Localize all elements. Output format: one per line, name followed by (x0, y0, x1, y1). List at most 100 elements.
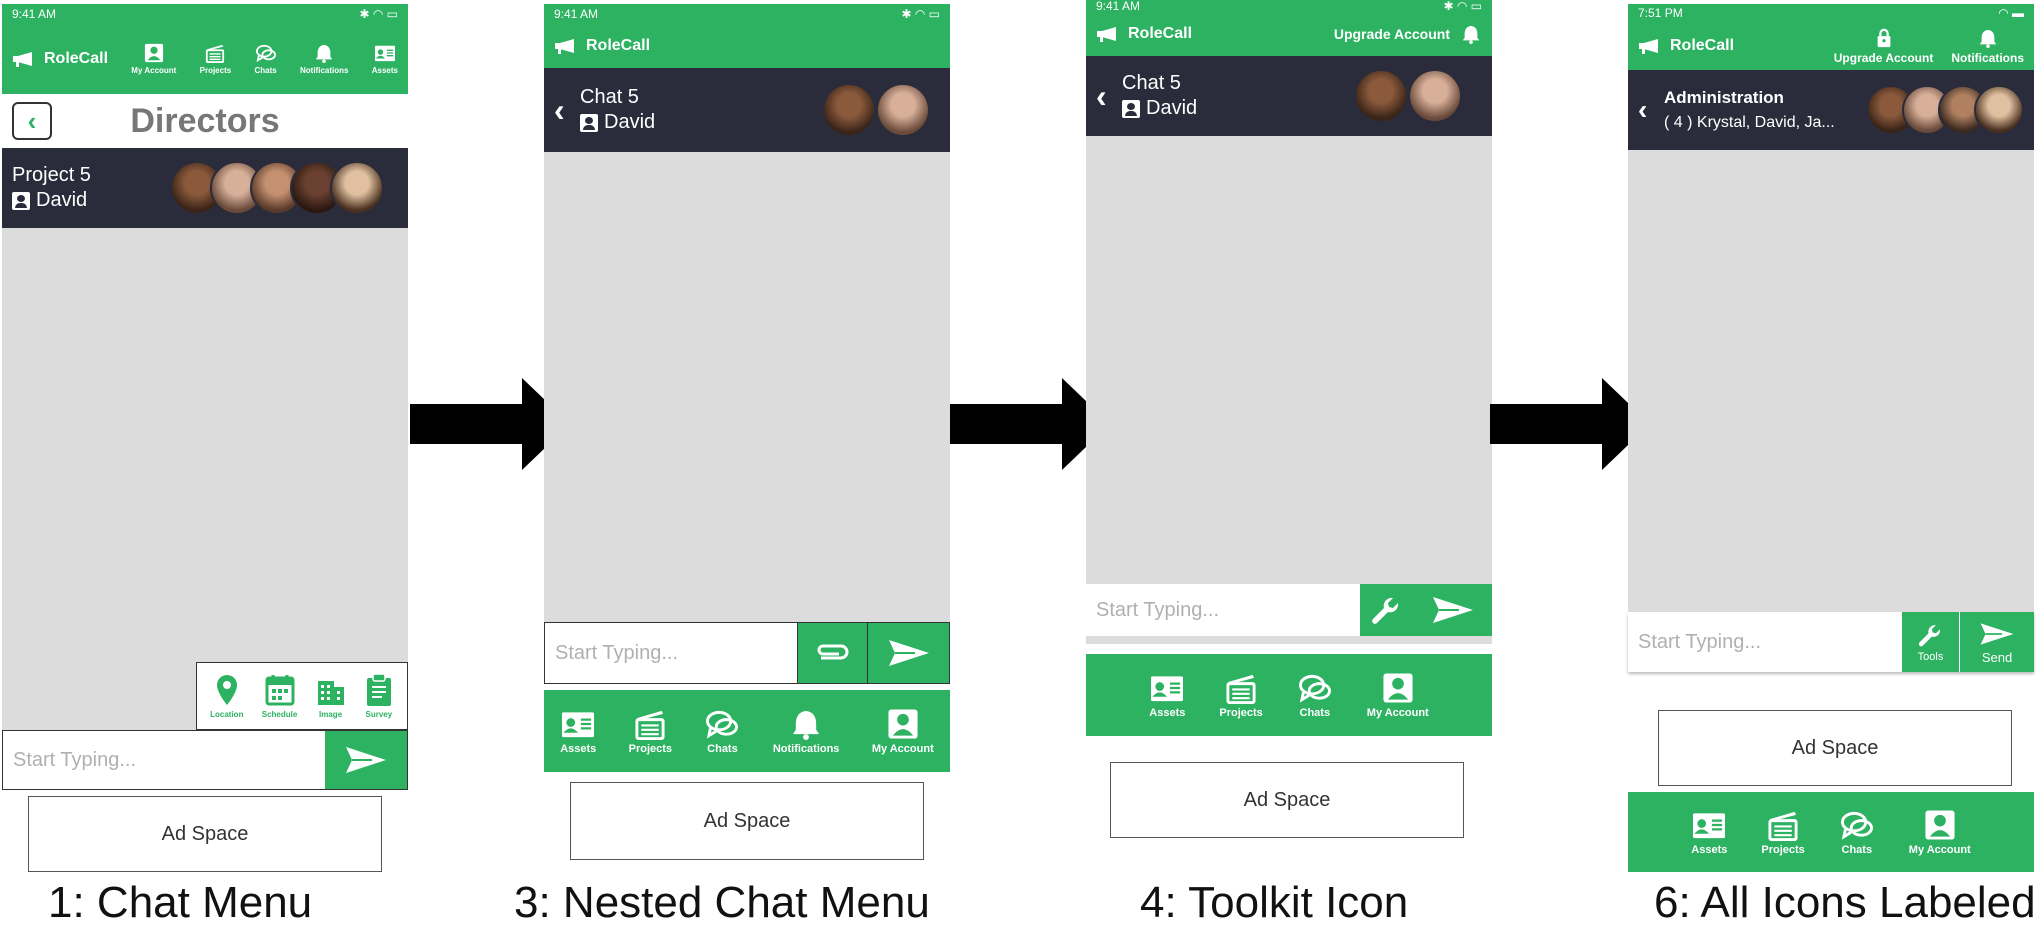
bell-icon (313, 43, 335, 63)
avatar-group[interactable] (1354, 69, 1462, 123)
chat-header[interactable]: ‹ Administration ( 4 ) Krystal, David, J… (1628, 70, 2034, 150)
status-time: 9:41 AM (1096, 0, 1141, 13)
message-bar: Start Typing... (1086, 584, 1492, 644)
bottom-nav: Assets Projects Chats My Account (1628, 792, 2034, 872)
nav-my-account[interactable]: My Account (1367, 672, 1429, 719)
arrow-right-icon (1490, 378, 1650, 470)
account-icon (885, 708, 921, 740)
upgrade-account-link[interactable]: Upgrade Account (1334, 26, 1450, 42)
screen-all-icons-labeled: 7:51 PM ◠ ▬ RoleCall Upgrade Account Noti… (1628, 4, 2034, 872)
caption-screen1: 1: Chat Menu (48, 878, 313, 927)
avatar (330, 161, 384, 215)
message-input[interactable]: Start Typing... (3, 731, 325, 789)
brand-logo[interactable]: RoleCall (1096, 25, 1192, 43)
chat-user: David (604, 111, 656, 133)
brand-logo[interactable]: RoleCall (12, 50, 108, 68)
upgrade-account-button[interactable]: Upgrade Account (1834, 28, 1933, 65)
avatar (876, 83, 930, 137)
nav-label: Notifications (300, 66, 349, 75)
send-button[interactable]: Send (1960, 612, 2034, 672)
app-header: 9:41 AM ✱ ◠ ▭ RoleCall (544, 4, 950, 68)
nav-label: Assets (371, 66, 398, 75)
nav-assets[interactable]: Assets (372, 43, 398, 75)
back-chevron-icon: ‹ (27, 105, 37, 136)
avatar-group[interactable] (170, 161, 384, 215)
chat-title: Chat 5 (1122, 72, 1181, 94)
notifications-button[interactable]: Notifications (1951, 28, 2024, 65)
avatar (1354, 69, 1408, 123)
message-input[interactable]: Start Typing... (1086, 584, 1360, 636)
nav-notifications[interactable]: Notifications (300, 43, 348, 75)
brand-logo[interactable]: RoleCall (1638, 37, 1734, 55)
back-chevron-icon[interactable]: ‹ (1096, 78, 1122, 115)
megaphone-icon (554, 38, 580, 54)
tool-schedule[interactable]: Schedule (261, 673, 298, 719)
caption-screen4: 4: Toolkit Icon (1140, 878, 1409, 927)
send-icon (1431, 595, 1475, 625)
nav-label: Chats (1299, 706, 1331, 719)
nav-label: Assets (1691, 843, 1728, 856)
nav-projects[interactable]: Projects (1219, 672, 1263, 719)
location-icon (212, 673, 242, 707)
bottom-nav: Assets Projects Chats Notifications My A… (544, 690, 950, 772)
chats-icon (255, 43, 277, 63)
nav-assets[interactable]: Assets (560, 708, 596, 755)
person-icon (12, 191, 30, 210)
calendar-icon (265, 673, 295, 707)
nav-projects[interactable]: Projects (200, 43, 231, 75)
app-header: 7:51 PM ◠ ▬ RoleCall Upgrade Account Noti… (1628, 4, 2034, 70)
nav-assets[interactable]: Assets (1691, 809, 1727, 856)
back-chevron-icon[interactable]: ‹ (554, 92, 580, 129)
avatar-group[interactable] (822, 83, 930, 137)
assets-icon (1691, 809, 1727, 841)
status-bar: 7:51 PM ◠ ▬ (1628, 4, 2034, 22)
tools-button[interactable]: Tools (1902, 612, 1960, 672)
tool-label: Schedule (261, 710, 298, 719)
tool-image[interactable]: Image (316, 673, 346, 719)
brand-name: RoleCall (586, 37, 651, 54)
send-button[interactable] (1414, 584, 1492, 636)
nav-chats[interactable]: Chats (1297, 672, 1333, 719)
nav-my-account[interactable]: My Account (872, 708, 934, 755)
avatar-group[interactable] (1866, 85, 2024, 135)
attach-button[interactable] (797, 623, 867, 683)
nav-label: Notifications (772, 742, 840, 755)
chat-area: Location Schedule Image Survey (2, 228, 408, 730)
tools-button[interactable] (1360, 584, 1414, 636)
nav-projects[interactable]: Projects (629, 708, 672, 755)
status-time: 9:41 AM (554, 7, 599, 21)
chat-header[interactable]: ‹ Chat 5 David (1086, 56, 1492, 136)
brand-logo[interactable]: RoleCall (554, 37, 650, 55)
nav-chats[interactable]: Chats (254, 43, 277, 75)
nav-chats[interactable]: Chats (1839, 809, 1875, 856)
screen-nested-chat-menu: 9:41 AM ✱ ◠ ▭ RoleCall ‹ Chat 5 David Sta… (544, 4, 950, 866)
message-input[interactable]: Start Typing... (1628, 612, 1902, 672)
chat-header[interactable]: ‹ Chat 5 David (544, 68, 950, 152)
chat-header[interactable]: Project 5 David (2, 148, 408, 228)
send-button[interactable] (867, 623, 949, 683)
nav-assets[interactable]: Assets (1149, 672, 1185, 719)
bell-icon[interactable] (1460, 24, 1482, 44)
message-bar: Start Typing... Tools Send (1628, 612, 2034, 672)
nav-chats[interactable]: Chats (704, 708, 740, 755)
ad-space[interactable]: Ad Space (28, 796, 382, 872)
message-input[interactable]: Start Typing... (545, 623, 797, 683)
back-button[interactable]: ‹ (12, 102, 52, 140)
tool-survey[interactable]: Survey (364, 673, 394, 719)
tool-location[interactable]: Location (210, 673, 243, 719)
back-chevron-icon[interactable]: ‹ (1638, 94, 1664, 126)
send-icon (887, 638, 931, 668)
send-button[interactable] (325, 731, 407, 789)
nav-my-account[interactable]: My Account (1909, 809, 1971, 856)
nav-label: Chats (1841, 843, 1873, 856)
projects-icon (632, 708, 668, 740)
ad-space[interactable]: Ad Space (570, 782, 924, 860)
nav-label: My Account (1908, 843, 1971, 856)
ad-space[interactable]: Ad Space (1658, 710, 2012, 786)
ad-space[interactable]: Ad Space (1110, 762, 1464, 838)
nav-notifications[interactable]: Notifications (772, 708, 840, 755)
nav-my-account[interactable]: My Account (131, 43, 176, 75)
megaphone-icon (12, 51, 38, 67)
building-icon (316, 673, 346, 707)
nav-projects[interactable]: Projects (1761, 809, 1805, 856)
